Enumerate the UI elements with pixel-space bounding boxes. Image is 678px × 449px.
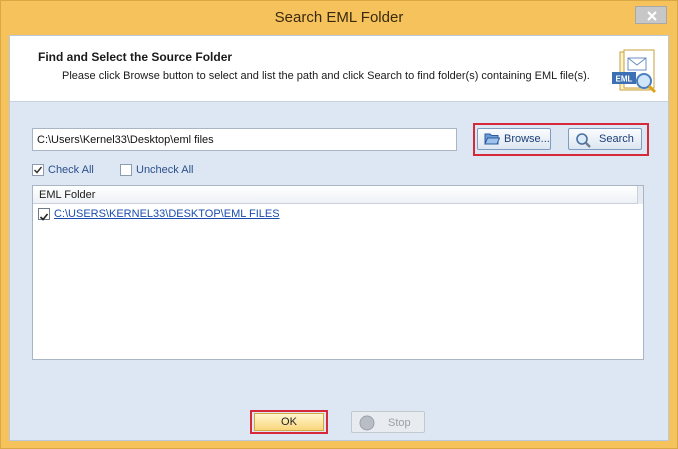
ok-button[interactable]: OK — [254, 413, 324, 431]
list-header-filler — [637, 186, 643, 204]
folder-path-link[interactable]: C:\USERS\KERNEL33\DESKTOP\EML FILES — [54, 208, 280, 220]
checkmark-icon — [39, 213, 49, 221]
close-icon — [647, 11, 657, 21]
dialog-body: Find and Select the Source Folder Please… — [9, 35, 669, 441]
window-title: Search EML Folder — [274, 9, 404, 26]
stop-icon — [359, 415, 375, 431]
list-column-header[interactable]: EML Folder — [33, 186, 637, 204]
checkmark-icon — [33, 166, 43, 174]
magnifier-icon — [576, 133, 591, 148]
eml-icon-label: EML — [616, 75, 633, 84]
search-button[interactable]: Search — [568, 128, 642, 150]
search-eml-folder-dialog: Search EML Folder Find and Select the So… — [0, 0, 678, 449]
check-all-label: Check All — [48, 164, 94, 176]
header-title: Find and Select the Source Folder — [38, 50, 233, 64]
eml-folder-icon: EML — [612, 49, 657, 94]
uncheck-all-label: Uncheck All — [136, 164, 194, 176]
open-folder-icon — [484, 133, 500, 145]
uncheck-all-checkbox[interactable] — [120, 164, 132, 176]
dialog-header: Find and Select the Source Folder Please… — [10, 36, 668, 102]
search-label: Search — [599, 133, 634, 145]
close-button[interactable] — [635, 6, 667, 24]
folder-row-checkbox[interactable] — [38, 208, 50, 221]
check-all-option[interactable]: Check All — [32, 163, 112, 179]
title-bar[interactable]: Search EML Folder — [1, 1, 677, 35]
folder-path-input[interactable] — [32, 128, 457, 151]
browse-button[interactable]: Browse... — [477, 128, 551, 150]
eml-folder-column-label: EML Folder — [39, 189, 96, 201]
list-item[interactable]: C:\USERS\KERNEL33\DESKTOP\EML FILES — [37, 207, 637, 223]
uncheck-all-option[interactable]: Uncheck All — [120, 163, 210, 179]
check-all-checkbox[interactable] — [32, 164, 44, 176]
eml-folder-list[interactable]: EML Folder C:\USERS\KERNEL33\DESKTOP\EML… — [32, 185, 644, 360]
stop-button[interactable]: Stop — [351, 411, 425, 433]
header-description: Please click Browse button to select and… — [62, 70, 590, 82]
browse-label: Browse... — [504, 133, 550, 145]
stop-label: Stop — [388, 417, 411, 429]
